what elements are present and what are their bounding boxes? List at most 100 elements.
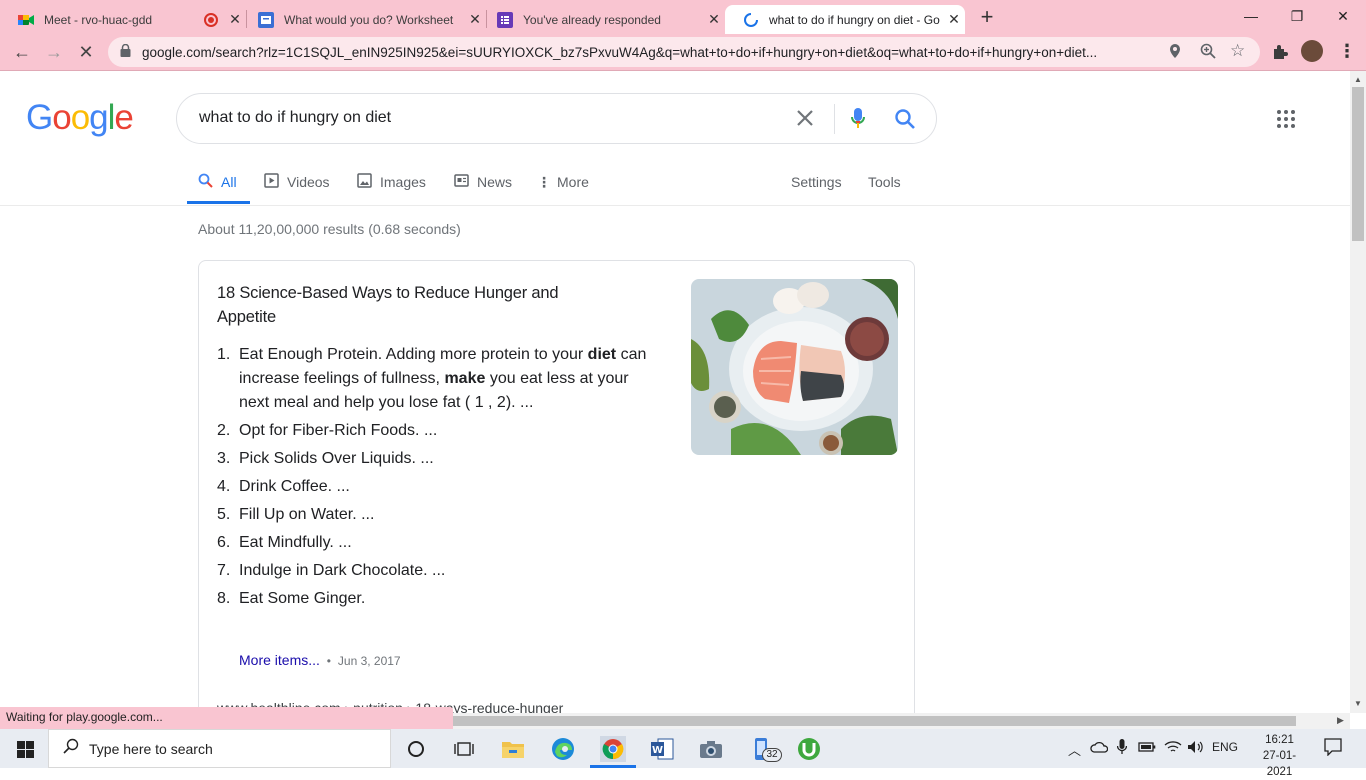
list-text: Eat Mindfully. ... — [239, 534, 352, 551]
result-stats: About 11,20,00,000 results (0.68 seconds… — [198, 221, 461, 237]
vertical-scrollbar[interactable]: ▲ ▼ — [1350, 71, 1366, 713]
search-input[interactable]: what to do if hungry on diet — [199, 109, 391, 127]
divider — [834, 104, 835, 134]
language-indicator[interactable]: ENG — [1212, 740, 1238, 754]
snippet-title[interactable]: 18 Science-Based Ways to Reduce Hunger a… — [217, 281, 617, 329]
stop-loading-icon[interactable]: ✕ — [72, 38, 100, 66]
bold-keyword: make — [444, 370, 486, 387]
wifi-icon[interactable] — [1164, 740, 1182, 757]
url-text: google.com/search?rlz=1C1SQJL_enIN925IN9… — [142, 45, 1098, 60]
tab-all[interactable]: All — [198, 172, 237, 192]
search-box[interactable]: what to do if hungry on diet — [176, 93, 937, 144]
search-icon — [63, 738, 79, 759]
browser-tab-search[interactable]: what to do if hungry on diet - Go ✕ — [725, 5, 965, 34]
news-icon — [454, 173, 469, 191]
scroll-up-icon[interactable]: ▲ — [1354, 75, 1362, 84]
taskbar-search-box[interactable]: Type here to search — [48, 729, 391, 768]
list-number: 7. — [217, 562, 231, 579]
battery-icon[interactable] — [1138, 741, 1156, 756]
menu-dots-icon[interactable]: ⋮ — [1338, 41, 1356, 62]
google-logo[interactable]: Google — [26, 98, 134, 138]
search-icon[interactable] — [894, 108, 916, 135]
microphone-icon[interactable] — [1116, 739, 1128, 758]
onedrive-icon[interactable] — [1090, 741, 1109, 756]
clock-date: 27-01-2021 — [1262, 750, 1297, 778]
active-tab-indicator — [187, 201, 250, 204]
scroll-down-icon[interactable]: ▼ — [1354, 699, 1362, 708]
close-tab-icon[interactable]: ✕ — [943, 11, 965, 28]
lock-icon[interactable] — [120, 43, 131, 60]
back-icon[interactable]: ← — [8, 38, 36, 66]
browser-tab-forms[interactable]: You've already responded ✕ — [479, 5, 725, 34]
tab-title: What would you do? Worksheet — [284, 12, 454, 27]
list-text: Pick Solids Over Liquids. ... — [239, 450, 434, 467]
list-text: Eat Enough Protein. Adding more protein … — [239, 346, 646, 411]
tab-images[interactable]: Images — [357, 172, 426, 192]
text-run: Eat Mindfully. ... — [239, 534, 352, 551]
list-item: 6. Eat Mindfully. ... — [217, 531, 647, 555]
scroll-thumb[interactable] — [440, 716, 1296, 726]
google-meet-icon — [18, 12, 34, 28]
utorrent-icon[interactable] — [796, 736, 822, 762]
text-run: Eat Some Ginger. — [239, 590, 366, 607]
worksheet-icon — [258, 11, 274, 28]
list-number: 4. — [217, 478, 231, 495]
chrome-icon[interactable] — [600, 736, 626, 762]
close-window-icon[interactable]: ✕ — [1320, 0, 1366, 32]
zoom-icon[interactable] — [1200, 43, 1216, 64]
browser-tab-meet[interactable]: Meet - rvo-huac-gdd ✕ — [0, 5, 246, 34]
scroll-thumb[interactable] — [1352, 87, 1364, 241]
list-text: Indulge in Dark Chocolate. ... — [239, 562, 445, 579]
bookmark-star-icon[interactable]: ☆ — [1230, 41, 1245, 61]
tab-videos[interactable]: Videos — [264, 172, 330, 192]
clear-search-icon[interactable] — [795, 104, 815, 135]
browser-tab-worksheet[interactable]: What would you do? Worksheet ✕ — [240, 5, 486, 34]
tools-link[interactable]: Tools — [868, 172, 901, 192]
logo-letter: o — [70, 98, 90, 137]
list-number: 1. — [217, 346, 231, 363]
taskbar-search-placeholder: Type here to search — [89, 740, 213, 757]
task-view-icon[interactable] — [451, 736, 477, 762]
notifications-icon[interactable] — [1324, 738, 1342, 759]
file-explorer-icon[interactable] — [500, 736, 526, 762]
restore-icon[interactable]: ❐ — [1274, 0, 1320, 32]
new-tab-button[interactable]: + — [976, 6, 998, 28]
logo-letter: G — [26, 98, 53, 137]
volume-icon[interactable] — [1187, 740, 1205, 757]
word-icon[interactable]: W — [649, 736, 675, 762]
list-number: 5. — [217, 506, 231, 523]
list-number: 3. — [217, 450, 231, 467]
google-apps-icon[interactable] — [1277, 110, 1295, 128]
cortana-icon[interactable] — [403, 736, 429, 762]
extensions-icon[interactable] — [1271, 43, 1289, 66]
location-icon[interactable] — [1168, 43, 1182, 64]
more-vert-icon: ⋮ — [537, 173, 551, 190]
forward-icon[interactable]: → — [40, 38, 68, 66]
edge-icon[interactable] — [550, 736, 576, 762]
camera-icon[interactable] — [698, 736, 724, 762]
snippet-image[interactable] — [691, 279, 898, 455]
settings-link[interactable]: Settings — [791, 172, 842, 192]
windows-start-icon[interactable] — [12, 736, 38, 762]
featured-snippet: 18 Science-Based Ways to Reduce Hunger a… — [198, 260, 915, 730]
tab-label: Images — [380, 174, 426, 190]
avatar[interactable] — [1301, 40, 1323, 62]
tab-news[interactable]: News — [454, 172, 512, 192]
text-run: Fill Up on Water. ... — [239, 506, 375, 523]
video-icon — [264, 173, 279, 191]
more-items-link[interactable]: More items... — [239, 652, 320, 668]
minimize-icon[interactable]: — — [1228, 0, 1274, 32]
list-number: 8. — [217, 590, 231, 607]
windows-taskbar: Type here to search W 32 ︿ ENG 16:21 27-… — [0, 729, 1366, 778]
scroll-right-icon[interactable]: ▶ — [1337, 715, 1344, 726]
more-items-row: More items... • Jun 3, 2017 — [239, 652, 401, 668]
loading-spinner-icon — [743, 12, 759, 28]
tab-label: News — [477, 174, 513, 190]
tray-chevron-icon[interactable]: ︿ — [1068, 740, 1081, 759]
tab-more[interactable]: ⋮ More — [537, 172, 589, 192]
address-bar[interactable]: google.com/search?rlz=1C1SQJL_enIN925IN9… — [108, 37, 1260, 67]
text-run: Eat Enough Protein. Adding more protein … — [239, 346, 588, 363]
close-tab-icon[interactable]: ✕ — [703, 11, 725, 28]
clock[interactable]: 16:21 27-01-2021 — [1252, 732, 1307, 780]
microphone-icon[interactable] — [851, 107, 865, 136]
